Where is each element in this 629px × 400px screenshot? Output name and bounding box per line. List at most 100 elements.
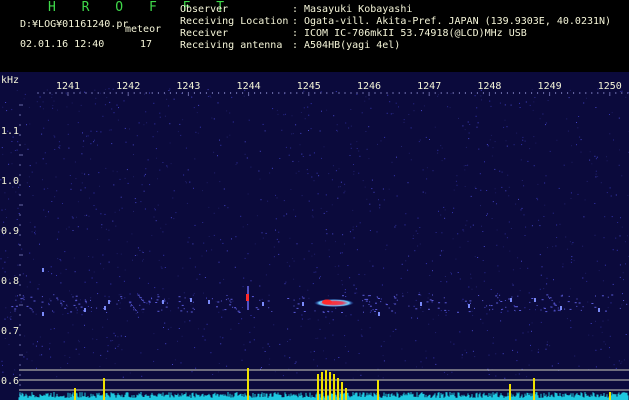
noise-dot [344,289,346,291]
noise-dot [552,212,554,214]
noise-dot [90,297,92,299]
noise-dot [207,96,209,97]
noise-dot [571,256,573,258]
noise-dot [157,178,158,180]
noise-dot [529,324,530,326]
noise-dot [377,143,378,145]
noise-dot [241,318,243,320]
noise-dot [464,186,466,187]
noise-dot [420,294,422,296]
info-key: Receiving Location [180,16,289,27]
noise-dot [1,360,3,362]
noise-dot [455,180,457,182]
noise-dot [607,307,609,309]
meteor-echo-small [84,308,86,312]
noise-dot [289,339,291,341]
noise-dot [192,243,194,245]
noise-dot [545,124,546,126]
noise-dot [139,297,142,299]
noise-dot [552,246,554,248]
noise-dot [545,122,547,124]
noise-dot [166,98,168,100]
noise-dot [609,335,611,337]
noise-dot [89,197,90,199]
noise-dot [576,144,577,146]
noise-dot [349,231,351,233]
noise-dot [118,300,120,302]
noise-dot [230,301,232,303]
noise-dot [243,95,245,97]
noise-dot [116,171,118,173]
noise-dot [301,296,303,298]
noise-dot [221,316,223,318]
noise-dot [261,298,263,300]
noise-dot [517,295,519,297]
noise-dot [600,326,602,328]
noise-dot [181,304,184,306]
noise-dot [4,208,6,210]
noise-dot [60,300,61,302]
noise-dot [492,201,494,203]
noise-dot [126,169,128,171]
noise-dot [100,131,102,133]
noise-dot [211,117,213,119]
noise-dot [314,253,316,255]
noise-dot [476,107,478,109]
noise-dot [180,134,182,136]
noise-dot [360,334,362,336]
noise-dot [226,136,228,138]
noise-dot [474,256,476,258]
noise-dot [117,119,119,121]
noise-dot [7,257,9,258]
noise-dot [531,330,532,332]
noise-dot [549,345,551,347]
noise-dot [148,301,151,303]
noise-dot [90,143,92,145]
noise-dot [310,103,312,105]
noise-dot [456,184,458,186]
noise-dot [237,310,240,312]
noise-dot [345,296,347,297]
noise-dot [232,121,234,123]
noise-dot [623,279,624,281]
noise-dot [156,157,157,159]
noise-dot [486,215,487,216]
noise-dot [378,199,379,201]
noise-dot [281,129,283,131]
noise-dot [299,285,301,287]
noise-dot [317,193,319,195]
noise-dot [206,323,208,325]
noise-dot [273,324,275,326]
noise-dot [279,158,281,159]
noise-dot [75,178,77,180]
noise-dot [144,93,145,95]
noise-dot [314,310,316,312]
noise-dot [475,115,477,117]
noise-dot [250,280,252,282]
noise-dot [107,318,108,320]
meteor-echo-small [208,300,210,304]
noise-dot [331,179,333,181]
noise-dot [541,299,544,301]
noise-dot [235,308,237,310]
noise-dot [242,286,244,288]
noise-dot [328,256,330,258]
noise-dot [194,158,196,160]
noise-dot [95,97,97,99]
noise-dot [618,360,620,362]
noise-dot [10,318,12,320]
noise-dot [209,95,211,97]
noise-dot [603,341,605,343]
noise-dot [407,182,409,184]
noise-dot [76,309,78,311]
noise-dot [94,103,96,105]
noise-dot [535,309,536,311]
noise-dot [484,272,486,274]
noise-dot [486,305,488,307]
noise-dot [486,313,488,315]
noise-dot [194,224,196,226]
noise-dot [327,310,330,312]
noise-dot [617,222,619,223]
noise-dot [519,290,521,292]
noise-dot [223,188,225,190]
